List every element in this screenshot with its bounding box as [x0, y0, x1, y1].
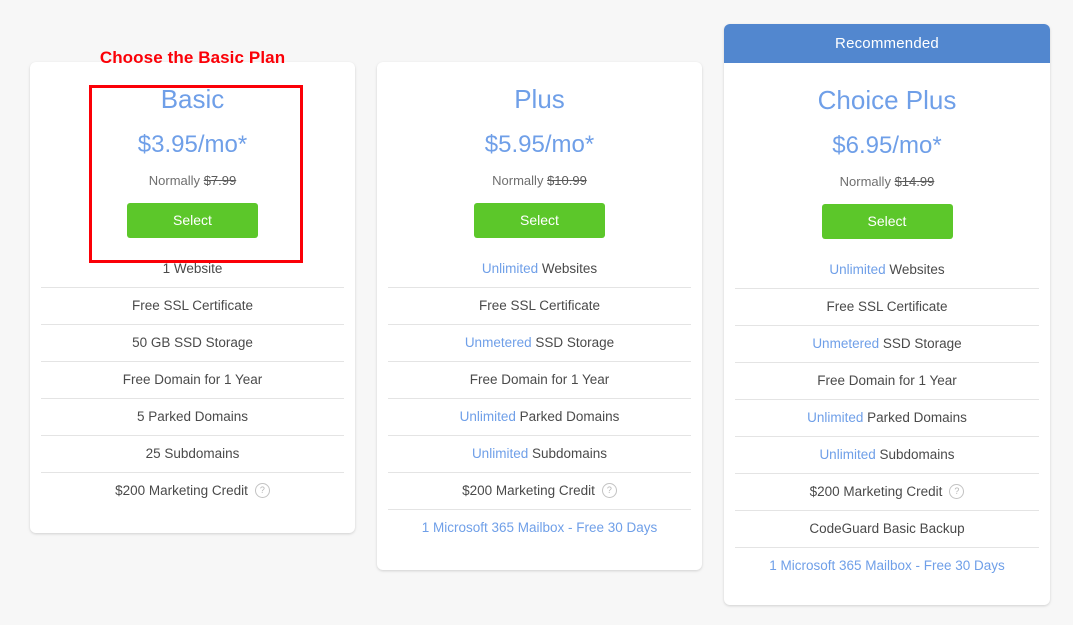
feature-label: 1 Microsoft 365 Mailbox - Free 30 Days: [421, 520, 658, 536]
feature-row[interactable]: 1 Microsoft 365 Mailbox - Free 30 Days: [735, 548, 1039, 584]
feature-label: Subdomains: [531, 446, 608, 462]
feature-label: Free Domain for 1 Year: [122, 372, 263, 388]
feature-label: Free SSL Certificate: [826, 299, 948, 315]
feature-label: SSD Storage: [535, 335, 615, 351]
plan-price: $6.95/mo*: [832, 132, 942, 160]
feature-row: Unmetered SSD Storage: [388, 325, 691, 362]
feature-label: SSD Storage: [882, 336, 962, 352]
feature-row: Free Domain for 1 Year: [735, 363, 1039, 400]
feature-row: CodeGuard Basic Backup: [735, 511, 1039, 548]
feature-list: Unlimited Websites Free SSL Certificate Un…: [724, 252, 1050, 584]
feature-row: 50 GB SSD Storage: [41, 325, 344, 362]
feature-row: Unlimited Parked Domains: [388, 399, 691, 436]
feature-highlight: Unmetered: [464, 335, 532, 351]
feature-row: $200 Marketing Credit?: [41, 473, 344, 509]
plan-price: $5.95/mo*: [484, 131, 595, 159]
feature-row: $200 Marketing Credit?: [388, 473, 691, 510]
feature-highlight: Unlimited: [819, 447, 876, 463]
plan-price: $3.95/mo*: [137, 131, 248, 159]
feature-label: Websites: [889, 262, 945, 278]
feature-label: 1 Microsoft 365 Mailbox - Free 30 Days: [769, 558, 1005, 574]
feature-label: Parked Domains: [867, 410, 967, 426]
feature-highlight: Unmetered: [812, 336, 880, 352]
feature-row: Unmetered SSD Storage: [735, 326, 1039, 363]
select-button-basic[interactable]: Select: [127, 202, 258, 238]
feature-row: $200 Marketing Credit?: [735, 474, 1039, 511]
feature-list: 1 Website Free SSL Certificate 50 GB SSD S…: [30, 251, 355, 509]
feature-row: Unlimited Websites: [735, 252, 1039, 289]
feature-label: Free Domain for 1 Year: [469, 372, 610, 388]
feature-label: CodeGuard Basic Backup: [809, 521, 965, 537]
help-icon[interactable]: ?: [949, 484, 965, 500]
feature-row: 5 Parked Domains: [41, 399, 344, 436]
feature-label: 25 Subdomains: [145, 446, 240, 462]
plan-name: Plus: [514, 84, 565, 114]
plan-name: Choice Plus: [817, 85, 957, 115]
feature-row: 1 Website: [41, 251, 344, 288]
feature-list: Unlimited Websites Free SSL Certificate Un…: [377, 251, 702, 546]
original-price: $14.99: [894, 173, 935, 189]
feature-row: Unlimited Parked Domains: [735, 400, 1039, 437]
help-icon[interactable]: ?: [254, 483, 270, 499]
pricing-card-plus[interactable]: Plus $5.95/mo* Normally $10.99 Select Un…: [377, 62, 702, 570]
normally-label: Normally: [839, 173, 891, 189]
feature-label: Free SSL Certificate: [478, 298, 601, 314]
feature-row: Unlimited Subdomains: [388, 436, 691, 473]
plan-normally-price: Normally $7.99: [30, 173, 355, 188]
feature-highlight: Unlimited: [471, 446, 529, 462]
feature-label: 5 Parked Domains: [136, 409, 249, 425]
original-price: $7.99: [203, 172, 237, 188]
feature-label: $200 Marketing Credit: [462, 483, 595, 499]
feature-row[interactable]: 1 Microsoft 365 Mailbox - Free 30 Days: [388, 510, 691, 546]
feature-highlight: Unlimited: [459, 409, 516, 425]
feature-row: 25 Subdomains: [41, 436, 344, 473]
feature-label: Websites: [541, 261, 598, 277]
feature-label: $200 Marketing Credit: [809, 484, 943, 500]
plan-header: Basic $3.95/mo* Normally $7.99 Select: [30, 62, 355, 238]
original-price: $10.99: [547, 172, 587, 188]
plan-name: Basic: [160, 84, 225, 114]
normally-label: Normally: [148, 172, 201, 188]
plan-header: Plus $5.95/mo* Normally $10.99 Select: [377, 62, 702, 238]
select-button-choice-plus[interactable]: Select: [821, 203, 953, 239]
feature-label: 50 GB SSD Storage: [132, 335, 253, 351]
plan-header: Choice Plus $6.95/mo* Normally $14.99 Se…: [724, 63, 1050, 239]
feature-label: Free SSL Certificate: [131, 298, 254, 314]
plan-normally-price: Normally $14.99: [724, 174, 1050, 189]
select-button-plus[interactable]: Select: [474, 202, 605, 238]
feature-row: Free SSL Certificate: [735, 289, 1039, 326]
feature-highlight: Unlimited: [481, 261, 539, 277]
feature-highlight: Unlimited: [807, 410, 864, 426]
feature-row: Free SSL Certificate: [41, 288, 344, 325]
feature-label: Subdomains: [879, 447, 955, 463]
feature-row: Free SSL Certificate: [388, 288, 691, 325]
feature-highlight: Unlimited: [829, 262, 886, 278]
feature-row: Unlimited Websites: [388, 251, 691, 288]
feature-row: Free Domain for 1 Year: [388, 362, 691, 399]
feature-label: Parked Domains: [519, 409, 620, 425]
feature-label: 1 Website: [162, 261, 223, 277]
normally-label: Normally: [492, 172, 544, 188]
recommended-badge: Recommended: [724, 24, 1050, 63]
feature-label: $200 Marketing Credit: [115, 483, 248, 499]
help-icon[interactable]: ?: [601, 483, 617, 499]
feature-row: Free Domain for 1 Year: [41, 362, 344, 399]
feature-label: Free Domain for 1 Year: [817, 373, 957, 389]
pricing-card-choice-plus[interactable]: Recommended Choice Plus $6.95/mo* Normal…: [724, 24, 1050, 605]
annotation-title: Choose the Basic Plan: [99, 48, 286, 67]
plan-normally-price: Normally $10.99: [377, 173, 702, 188]
pricing-card-basic[interactable]: Basic $3.95/mo* Normally $7.99 Select 1 …: [30, 62, 355, 533]
feature-row: Unlimited Subdomains: [735, 437, 1039, 474]
